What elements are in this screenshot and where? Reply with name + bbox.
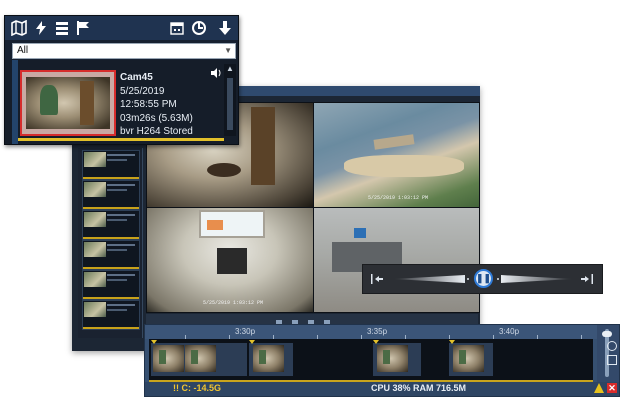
jump-to-end-icon[interactable] bbox=[579, 271, 595, 287]
filter-select-value: All bbox=[17, 45, 29, 56]
zoom-slider-handle[interactable] bbox=[602, 331, 612, 337]
clips-panel: All ▼ Cam45 5/25/2019 12:58:55 PM 03m26s… bbox=[4, 15, 239, 145]
timeline-panel: 3:30p 3:35p 3:40p !! C: -14.5G CPU 38% R… bbox=[144, 324, 620, 397]
calendar-icon[interactable] bbox=[607, 355, 617, 365]
disk-space-status: !! C: -14.5G bbox=[173, 383, 222, 393]
clip-storage: bvr H264 Stored bbox=[120, 126, 193, 137]
list-item[interactable] bbox=[82, 270, 140, 300]
flag-icon[interactable] bbox=[75, 20, 91, 36]
list-item[interactable] bbox=[82, 150, 140, 180]
bolt-icon[interactable] bbox=[33, 20, 49, 36]
warning-icon[interactable] bbox=[594, 383, 604, 393]
camera-view-2[interactable]: 5/25/2019 1:03:12 PM bbox=[313, 102, 480, 208]
timeline-clip[interactable] bbox=[249, 340, 293, 376]
audio-icon bbox=[211, 68, 222, 81]
scrollbar-thumb[interactable] bbox=[227, 78, 233, 130]
cpu-ram-status: CPU 38% RAM 716.5M bbox=[371, 383, 467, 393]
timeline-clip[interactable] bbox=[449, 340, 493, 376]
timeline-clip[interactable] bbox=[373, 340, 421, 376]
camera-timestamp: 5/25/2019 1:03:12 PM bbox=[203, 300, 264, 306]
camera-view-3[interactable]: 5/25/2019 1:03:12 PM bbox=[146, 207, 314, 313]
timeline-track[interactable] bbox=[149, 339, 593, 380]
clip-selection-bar bbox=[18, 138, 224, 141]
backup-icon[interactable] bbox=[191, 20, 207, 36]
clock-icon[interactable] bbox=[607, 341, 617, 351]
clip-date: 5/25/2019 bbox=[120, 85, 165, 97]
forward-speed-slider[interactable] bbox=[501, 275, 573, 283]
chevron-down-icon: ▼ bbox=[224, 46, 232, 55]
layers-icon[interactable] bbox=[54, 20, 70, 36]
step-back-icon[interactable] bbox=[455, 271, 471, 287]
alert-marker-icon bbox=[373, 340, 379, 344]
playback-controls: ❚❚ bbox=[362, 264, 603, 294]
clip-list-gutter bbox=[12, 60, 18, 144]
clip-list-sidebar bbox=[78, 148, 143, 338]
alert-marker-icon bbox=[151, 340, 157, 344]
filter-select[interactable]: All ▼ bbox=[12, 43, 236, 59]
clip-list: Cam45 5/25/2019 12:58:55 PM 03m26s (5.63… bbox=[5, 60, 238, 144]
timeline-time-label: 3:35p bbox=[367, 327, 388, 336]
pause-button[interactable]: ❚❚ bbox=[474, 269, 493, 288]
clip-thumbnail[interactable] bbox=[20, 70, 116, 136]
download-icon[interactable] bbox=[217, 20, 233, 36]
clip-time: 12:58:55 PM bbox=[120, 99, 177, 110]
clip-camera-name: Cam45 bbox=[120, 72, 153, 83]
zoom-slider[interactable] bbox=[602, 329, 612, 377]
jump-to-start-icon[interactable] bbox=[369, 271, 385, 287]
timeline-time-label: 3:30p bbox=[235, 327, 256, 336]
timeline-clip[interactable] bbox=[151, 340, 247, 376]
clip-list-scrollbar[interactable]: ▲ bbox=[224, 64, 236, 136]
list-item[interactable] bbox=[82, 210, 140, 240]
status-bar: !! C: -14.5G CPU 38% RAM 716.5M ✕ bbox=[145, 382, 619, 396]
clip-duration: 03m26s (5.63M) bbox=[120, 112, 193, 124]
calendar-icon[interactable] bbox=[169, 20, 185, 36]
camera-timestamp: 5/25/2019 1:03:12 PM bbox=[368, 195, 429, 201]
pause-icon: ❚❚ bbox=[476, 273, 492, 283]
timeline-time-label: 3:40p bbox=[499, 327, 520, 336]
timeline-ruler[interactable]: 3:30p 3:35p 3:40p bbox=[145, 325, 597, 339]
list-item[interactable] bbox=[82, 180, 140, 210]
close-icon[interactable]: ✕ bbox=[607, 383, 617, 393]
list-item[interactable] bbox=[82, 300, 140, 330]
list-item[interactable] bbox=[82, 240, 140, 270]
alert-marker-icon bbox=[249, 340, 255, 344]
timeline-zoom-panel bbox=[597, 325, 619, 382]
clip-details[interactable]: Cam45 5/25/2019 12:58:55 PM 03m26s (5.63… bbox=[120, 71, 220, 139]
map-icon[interactable] bbox=[11, 19, 27, 37]
scroll-up-icon[interactable]: ▲ bbox=[225, 64, 235, 74]
alert-marker-icon bbox=[449, 340, 455, 344]
panel-toolbar bbox=[5, 16, 238, 40]
camera-view-4[interactable] bbox=[313, 207, 480, 313]
